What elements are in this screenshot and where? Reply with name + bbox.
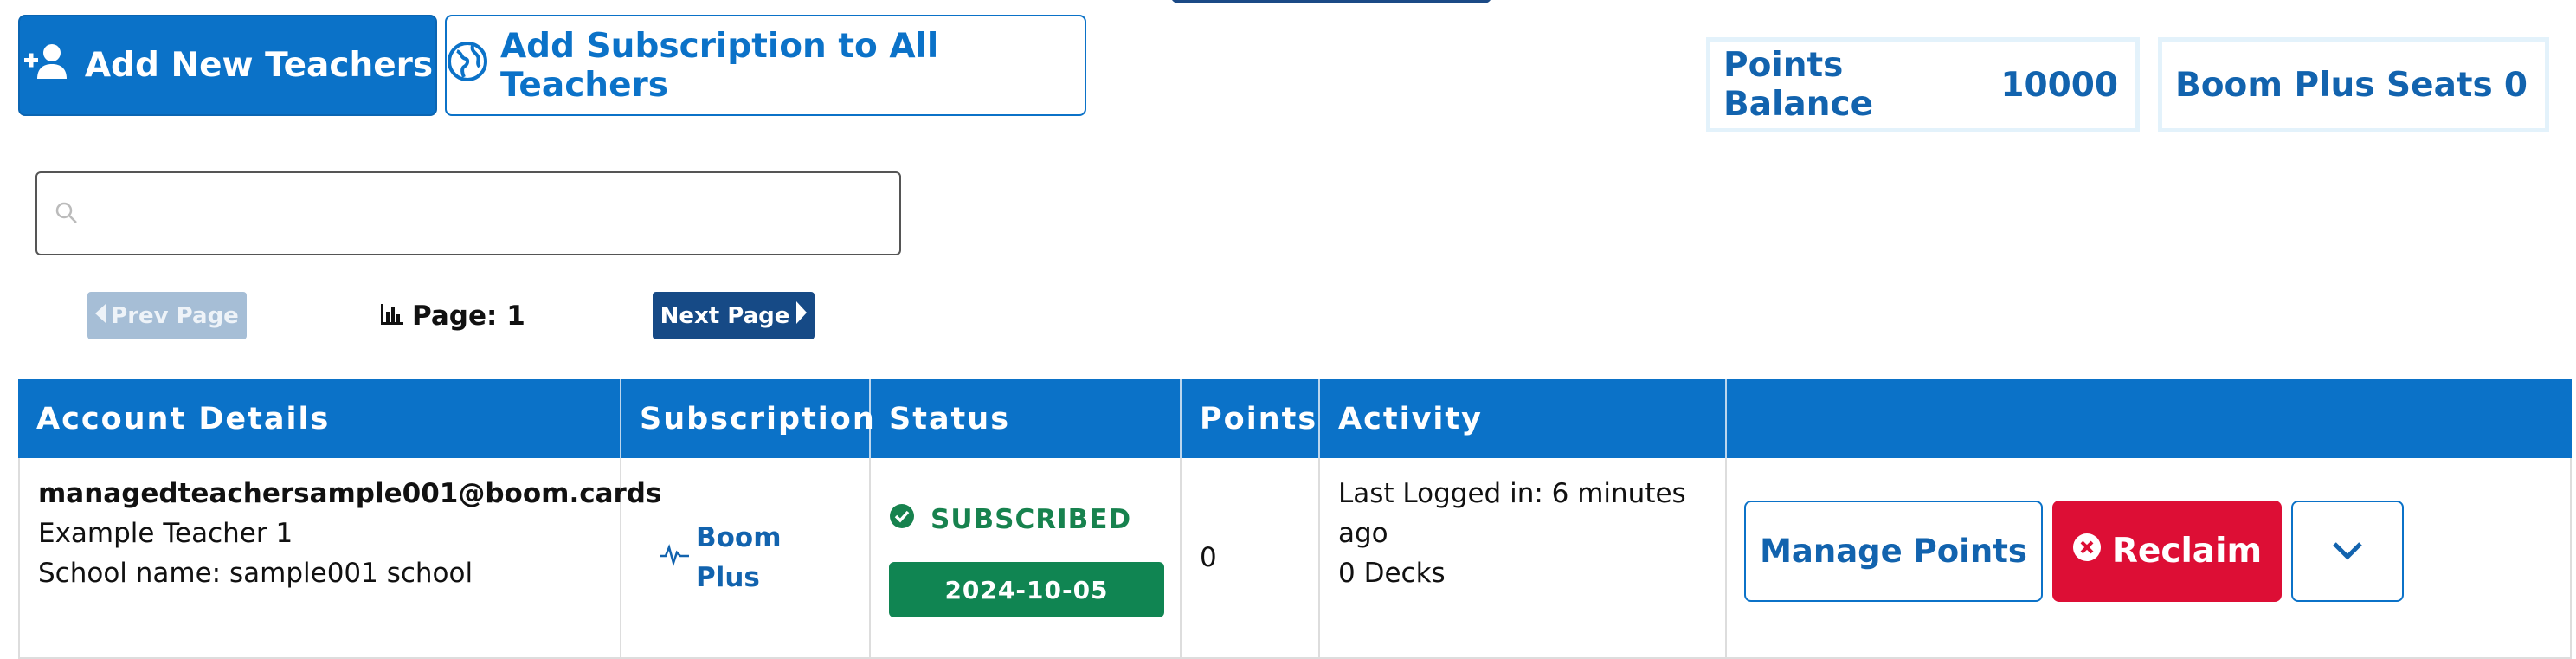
pulse-icon (660, 542, 689, 573)
subscription-date-badge: 2024-10-05 (889, 562, 1164, 617)
points-balance-card: Points Balance 10000 (1706, 37, 2140, 132)
reclaim-button[interactable]: Reclaim (2052, 501, 2282, 602)
decks-count: 0 Decks (1338, 558, 1446, 589)
caret-left-icon (95, 303, 106, 329)
points-value: 0 (1200, 542, 1217, 573)
boom-plus-seats-value: 0 (2503, 65, 2528, 105)
teacher-name: Example Teacher 1 (38, 518, 293, 549)
check-circle-icon (889, 503, 915, 536)
page-indicator: Page: 1 (381, 292, 525, 339)
add-new-teachers-button[interactable]: Add New Teachers (18, 15, 437, 116)
globe-icon (447, 41, 488, 91)
search-box[interactable] (35, 171, 901, 255)
add-subscription-all-button[interactable]: Add Subscription to All Teachers (445, 15, 1086, 116)
activity-cell: Last Logged in: 6 minutes ago 0 Decks (1320, 458, 1727, 657)
header-account-details: Account Details (18, 379, 621, 458)
page-number-label: Page: 1 (412, 300, 525, 332)
more-actions-dropdown[interactable] (2291, 501, 2404, 602)
add-user-icon (23, 42, 73, 89)
prev-page-button[interactable]: Prev Page (87, 292, 247, 339)
header-status: Status (871, 379, 1182, 458)
manage-points-label: Manage Points (1760, 533, 2027, 570)
points-cell: 0 (1182, 458, 1320, 657)
reclaim-label: Reclaim (2111, 532, 2263, 571)
next-page-label: Next Page (660, 302, 790, 329)
bar-chart-icon (381, 300, 403, 332)
chevron-down-icon (2332, 536, 2363, 567)
add-subscription-all-label: Add Subscription to All Teachers (500, 26, 939, 105)
account-details-cell: managedteachersample001@boom.cards Examp… (18, 458, 662, 657)
prev-page-label: Prev Page (111, 302, 239, 329)
header-activity: Activity (1320, 379, 1727, 458)
teachers-table: Account Details Subscription Status Poin… (18, 379, 2572, 659)
status-text: SUBSCRIBED (931, 504, 1132, 535)
header-points: Points (1182, 379, 1320, 458)
next-page-button[interactable]: Next Page (653, 292, 815, 339)
table-header: Account Details Subscription Status Poin… (18, 379, 2572, 458)
actions-cell: Manage Points Reclaim (1727, 458, 2572, 657)
caret-right-icon (796, 301, 808, 330)
search-input[interactable] (89, 182, 889, 246)
boom-plus-seats-card: Boom Plus Seats 0 (2158, 37, 2549, 132)
header-subscription: Subscription (621, 379, 874, 458)
points-balance-value: 10000 (2000, 65, 2118, 105)
subscription-cell: Boom Plus (621, 458, 871, 657)
add-new-teachers-label: Add New Teachers (84, 46, 434, 85)
last-login-text: Last Logged in: 6 minutes ago (1338, 478, 1686, 549)
header-actions (1727, 379, 2572, 458)
close-circle-icon (2072, 532, 2102, 571)
teacher-school: School name: sample001 school (38, 558, 473, 589)
manage-points-button[interactable]: Manage Points (1744, 501, 2043, 602)
teacher-email: managedteachersample001@boom.cards (38, 478, 662, 509)
points-balance-label: Points Balance (1723, 46, 1874, 124)
status-cell: SUBSCRIBED 2024-10-05 (871, 458, 1182, 657)
top-tab-indicator (1170, 0, 1492, 3)
boom-plus-seats-label: Boom Plus Seats (2175, 65, 2493, 105)
search-icon (55, 201, 79, 229)
table-row: managedteachersample001@boom.cards Examp… (18, 458, 2572, 659)
subscription-name: Boom Plus (696, 522, 782, 593)
